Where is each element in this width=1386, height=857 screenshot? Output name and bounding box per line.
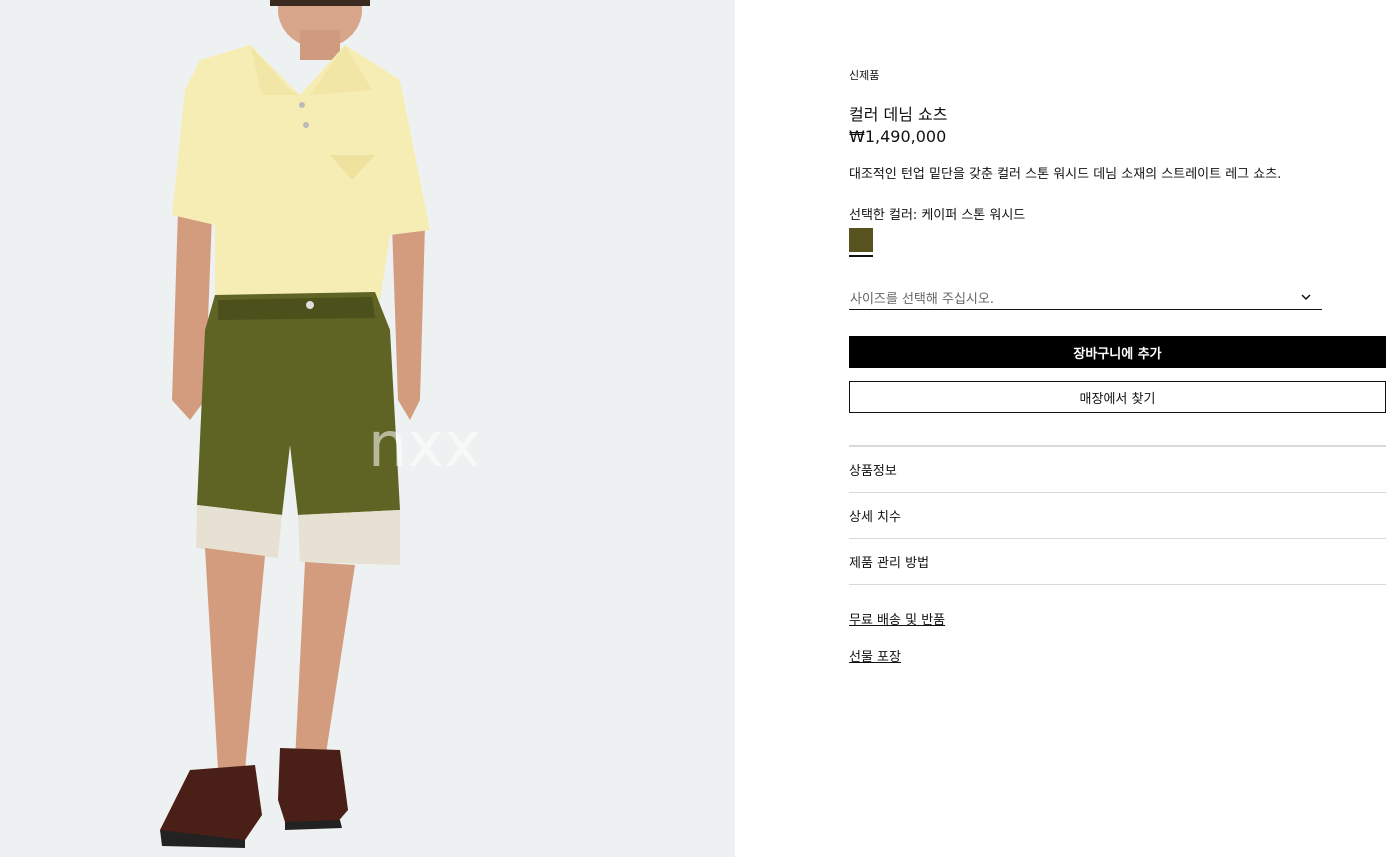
info-accordion: 상품정보 상세 치수 제품 관리 방법: [849, 445, 1386, 585]
new-badge: 신제품: [849, 69, 880, 82]
color-swatch[interactable]: [849, 228, 873, 252]
product-description: 대조적인 턴업 밑단을 갖춘 컬러 스톤 워시드 데님 소재의 스트레이트 레그…: [849, 167, 1282, 182]
selected-color-label: 선택한 컬러:: [849, 208, 918, 223]
size-select[interactable]: 사이즈를 선택해 주십시오.: [849, 285, 1322, 310]
product-details: 신제품 컬러 데님 쇼츠 ₩1,490,000 대조적인 턴업 밑단을 갖춘 컬…: [849, 0, 1386, 857]
selected-color: 선택한 컬러: 케이퍼 스톤 워시드: [849, 204, 1025, 223]
free-shipping-returns-link[interactable]: 무료 배송 및 반품: [849, 612, 945, 630]
selected-color-value: 케이퍼 스톤 워시드: [921, 208, 1026, 223]
product-image[interactable]: nxx: [0, 0, 735, 857]
chevron-down-icon: [1301, 294, 1311, 301]
add-to-cart-button[interactable]: 장바구니에 추가: [849, 336, 1386, 368]
accordion-product-info[interactable]: 상품정보: [849, 447, 1386, 493]
product-title: 컬러 데님 쇼츠: [849, 105, 948, 124]
gift-wrapping-link[interactable]: 선물 포장: [849, 649, 945, 667]
watermark: nxx: [368, 408, 481, 481]
size-select-placeholder: 사이즈를 선택해 주십시오.: [850, 292, 994, 307]
accordion-care-instructions[interactable]: 제품 관리 방법: [849, 539, 1386, 585]
accordion-size-details[interactable]: 상세 치수: [849, 493, 1386, 539]
model-illustration: nxx: [160, 0, 481, 848]
service-links: 무료 배송 및 반품 선물 포장: [849, 612, 945, 686]
swatch-selected-indicator: [849, 255, 873, 257]
product-price: ₩1,490,000: [849, 127, 947, 146]
find-in-store-button[interactable]: 매장에서 찾기: [849, 381, 1386, 413]
